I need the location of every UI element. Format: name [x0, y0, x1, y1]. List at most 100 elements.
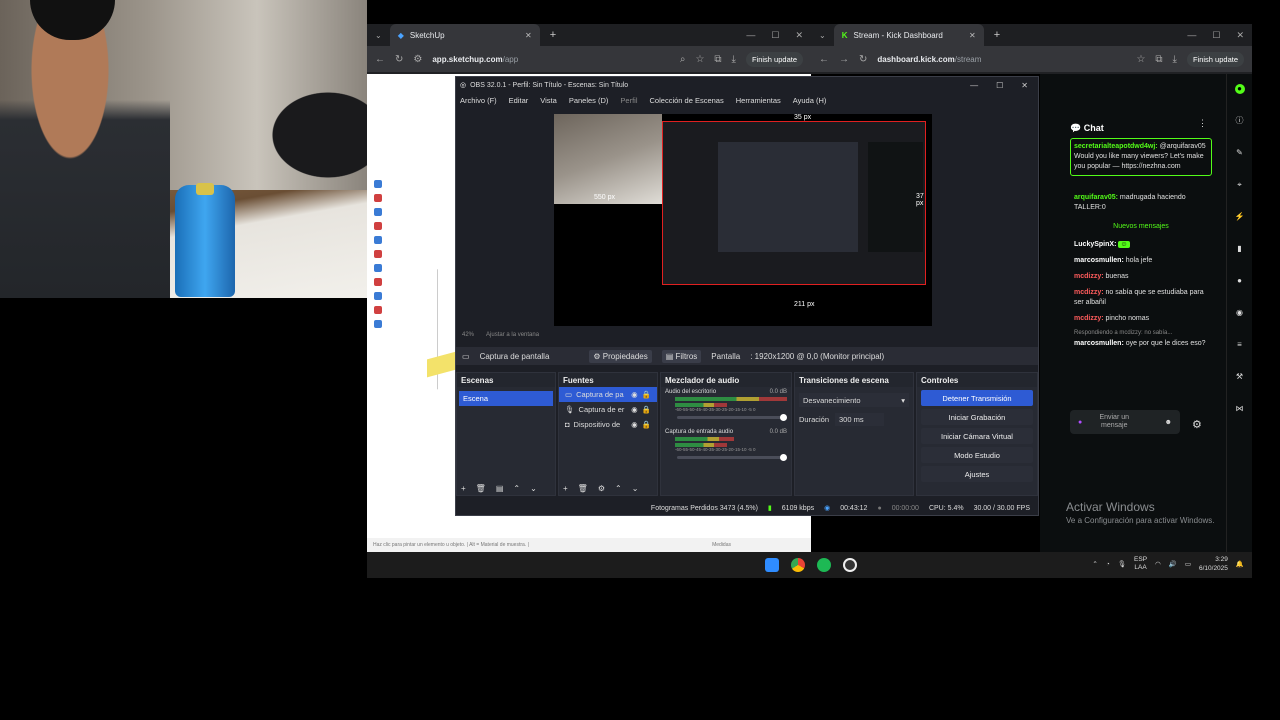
bookmark-icon[interactable]: ☆ [1136, 54, 1145, 65]
wifi-icon[interactable]: ◠ [1155, 560, 1161, 568]
delete-icon[interactable]: 🗑 [578, 484, 588, 493]
menu-perfil[interactable]: Perfil [620, 96, 637, 105]
add-icon[interactable]: + [461, 484, 466, 493]
extensions-icon[interactable]: ⧉ [1155, 54, 1162, 65]
zoom-level[interactable]: 42% [462, 332, 474, 338]
mic-off-icon[interactable]: 🎙 [1118, 560, 1126, 568]
download-icon[interactable]: ⤓ [732, 54, 736, 65]
tool-paint-icon[interactable] [374, 222, 382, 230]
menu-coleccion[interactable]: Colección de Escenas [650, 96, 724, 105]
back-icon[interactable]: ← [819, 54, 829, 65]
emoji-icon[interactable]: ☻ [1165, 419, 1172, 426]
minimize-icon[interactable]: — [746, 30, 755, 41]
bookmark-icon[interactable]: ☆ [695, 54, 704, 65]
delete-icon[interactable]: 🗑 [476, 484, 486, 493]
finish-update-button[interactable]: Finish update [745, 51, 803, 67]
back-icon[interactable]: ← [375, 54, 385, 65]
chat-bubble-icon[interactable]: ● [1235, 276, 1245, 286]
close-window-icon[interactable]: ✕ [795, 30, 803, 41]
tab-sketchup[interactable]: ◆ SketchUp ✕ [389, 24, 540, 46]
close-window-icon[interactable]: ✕ [1236, 30, 1244, 41]
eye-icon[interactable]: ◉ [631, 420, 638, 429]
chat-username[interactable]: secretarialteapotdwd4wj: [1074, 143, 1158, 150]
address-bar[interactable]: app.sketchup.com/app [432, 55, 518, 64]
tool-select-icon[interactable] [374, 180, 382, 188]
new-tab-icon[interactable]: + [550, 29, 556, 41]
tool-scale-icon[interactable] [374, 278, 382, 286]
maximize-icon[interactable]: ☐ [996, 81, 1003, 90]
menu-archivo[interactable]: Archivo (F) [460, 96, 497, 105]
close-tab-icon[interactable]: ✕ [525, 31, 532, 40]
obs-preview[interactable]: 35 px 37 px 211 px 550 px [554, 114, 932, 326]
broadcast-icon[interactable]: ◉ [1235, 308, 1245, 318]
display-select[interactable]: : 1920x1200 @ 0,0 (Monitor principal) [750, 352, 884, 361]
lock-icon[interactable]: 🔒 [642, 405, 651, 414]
add-icon[interactable]: + [563, 484, 568, 493]
eye-icon[interactable]: ◉ [631, 405, 638, 414]
obs-taskbar-icon[interactable] [843, 558, 857, 572]
volume-slider[interactable] [677, 414, 787, 421]
close-tab-icon[interactable]: ✕ [969, 31, 976, 40]
duration-input[interactable]: 300 ms [835, 413, 884, 426]
extensions-icon[interactable]: ⧉ [714, 54, 721, 65]
tool-pan-icon[interactable] [374, 306, 382, 314]
lock-icon[interactable]: 🔒 [642, 390, 651, 399]
chat-username[interactable]: LuckySpinX: [1074, 241, 1116, 248]
edit-icon[interactable]: ✎ [1235, 148, 1245, 158]
scene-item[interactable]: Escena [459, 391, 553, 406]
chat-username[interactable]: marcosmullen: [1074, 340, 1124, 347]
list-icon[interactable]: ≡ [1235, 340, 1245, 350]
move-up-icon[interactable]: ⌃ [615, 484, 622, 493]
studio-mode-button[interactable]: Modo Estudio [921, 447, 1033, 463]
chat-menu-icon[interactable]: ⋮ [1198, 118, 1207, 129]
chevron-up-icon[interactable]: ⌃ [1092, 560, 1097, 568]
settings-button[interactable]: Ajustes [921, 466, 1033, 482]
wrench-icon[interactable]: ⚒ [1235, 372, 1245, 382]
chat-username[interactable]: mcdizzy: [1074, 315, 1104, 322]
source-item[interactable]: ▭ Captura de pa ◉ 🔒 [559, 387, 657, 402]
move-down-icon[interactable]: ⌄ [632, 484, 639, 493]
tool-eraser-icon[interactable] [374, 194, 382, 202]
minimize-icon[interactable]: — [1187, 30, 1196, 41]
tool-rotate-icon[interactable] [374, 264, 382, 272]
notification-bell-icon[interactable]: 🔔 [1236, 560, 1244, 568]
start-virtual-camera-button[interactable]: Iniciar Cámara Virtual [921, 428, 1033, 444]
move-down-icon[interactable]: ⌄ [530, 484, 537, 493]
clock[interactable]: 3:29 6/10/2025 [1199, 555, 1228, 573]
maximize-icon[interactable]: ☐ [771, 30, 779, 41]
lock-icon[interactable]: 🔒 [642, 420, 651, 429]
fit-window-option[interactable]: Ajustar a la ventana [486, 332, 539, 338]
chat-input[interactable]: ● Enviar un mensaje ☻ [1070, 410, 1180, 434]
stop-stream-button[interactable]: Detener Transmisión [921, 390, 1033, 406]
language-indicator[interactable]: ESP LAA [1134, 556, 1147, 572]
tab-kick[interactable]: K Stream - Kick Dashboard ✕ [833, 24, 984, 46]
focus-icon[interactable]: ⌖ [1235, 180, 1245, 190]
chat-username[interactable]: marcosmullen: [1074, 257, 1124, 264]
start-recording-button[interactable]: Iniciar Grabación [921, 409, 1033, 425]
properties-button[interactable]: ⚙ Propiedades [589, 349, 652, 363]
maximize-icon[interactable]: ☐ [1212, 30, 1220, 41]
volume-icon[interactable]: 🔊 [1169, 560, 1177, 568]
search-icon[interactable]: ⌕ [680, 54, 686, 65]
move-up-icon[interactable]: ⌃ [513, 484, 520, 493]
tab-list-icon[interactable]: ⌄ [811, 31, 834, 40]
info-icon[interactable]: ⓘ [1235, 116, 1245, 126]
tool-rectangle-icon[interactable] [374, 236, 382, 244]
volume-slider[interactable] [677, 454, 787, 461]
filters-button[interactable]: ▤ Filtros [661, 349, 702, 363]
gear-icon[interactable]: ⚙ [598, 484, 605, 493]
site-info-icon[interactable]: ⚙ [413, 54, 422, 65]
tool-zoom-icon[interactable] [374, 320, 382, 328]
source-item[interactable]: ◘ Dispositivo de ◉ 🔒 [559, 417, 657, 432]
avatar[interactable]: ● [1234, 84, 1245, 94]
menu-ayuda[interactable]: Ayuda (H) [793, 96, 827, 105]
address-bar[interactable]: dashboard.kick.com/stream [877, 55, 981, 64]
filter-icon[interactable]: ▤ [496, 484, 504, 493]
source-item[interactable]: 🎙 Captura de er ◉ 🔒 [559, 402, 657, 417]
minimize-icon[interactable]: — [970, 81, 978, 90]
chat-username[interactable]: mcdizzy: [1074, 289, 1104, 296]
reload-icon[interactable]: ↻ [395, 54, 403, 65]
clipboard-icon[interactable]: ▮ [1235, 244, 1245, 254]
spotify-icon[interactable] [817, 558, 831, 572]
transition-select[interactable]: Desvanecimiento ▾ [799, 393, 909, 407]
